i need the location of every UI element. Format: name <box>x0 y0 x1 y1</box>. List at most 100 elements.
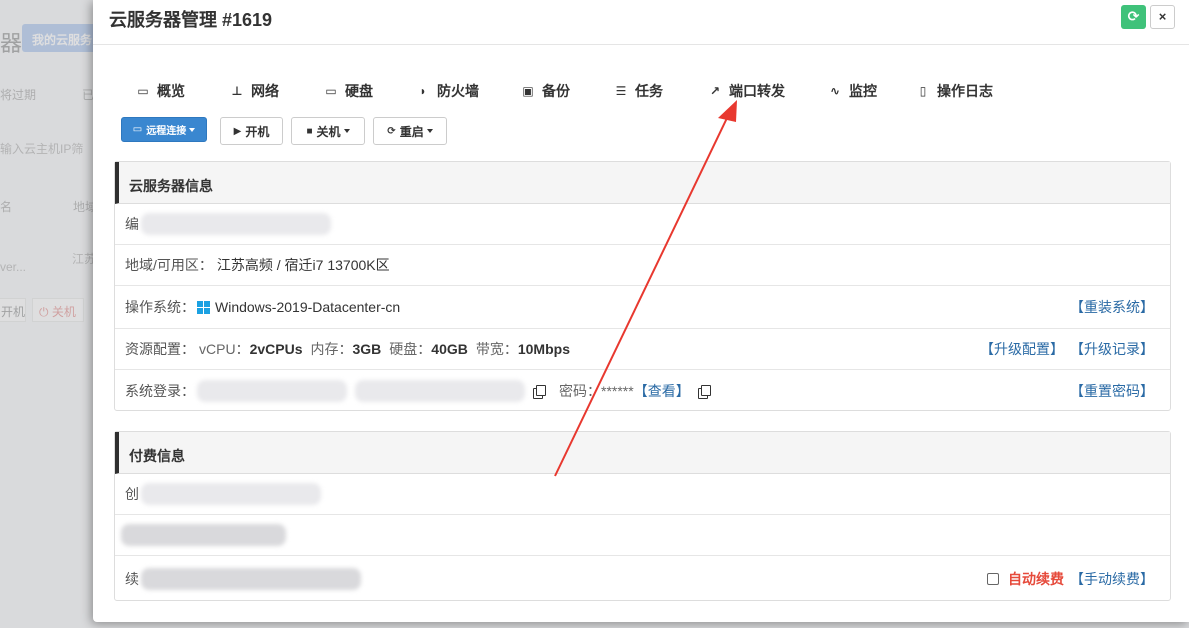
tab-bar: ▭ 概览 ⊥ 网络 ▭ 硬盘 ◗ 防火墙 ▣ 备份 ☰ 任务 ↗ 端口转发 ∿ 监控 ▯ 操作日志 <box>93 80 1189 104</box>
tab-label: 任务 <box>635 83 663 99</box>
memory-value: 3GB <box>352 341 382 357</box>
remote-connect-label: 远程连接 <box>146 126 187 137</box>
payment-info-panel: 付费信息 创 续 自动续费 【手动续费】 <box>114 431 1171 601</box>
tab-backup[interactable]: ▣ 备份 <box>521 80 570 102</box>
tab-disk[interactable]: ▭ 硬盘 <box>324 80 373 102</box>
renew-actions: 自动续费 【手动续费】 <box>987 556 1154 601</box>
tab-operation-log[interactable]: ▯ 操作日志 <box>916 80 993 102</box>
redacted-create-time <box>141 483 321 505</box>
server-id-row: 编 <box>115 204 1170 245</box>
restart-button[interactable]: ⟳ 重启 <box>373 117 447 145</box>
tab-label: 网络 <box>251 83 279 99</box>
disk-label: 硬盘： <box>389 341 432 357</box>
save-icon: ▣ <box>522 84 534 98</box>
tab-network[interactable]: ⊥ 网络 <box>230 80 279 102</box>
power-off-label: 关机 <box>316 124 341 139</box>
reinstall-os-link[interactable]: 【重装系统】 <box>1070 297 1154 317</box>
redacted-expire-time <box>121 524 286 546</box>
payment-info-title: 付费信息 <box>115 432 1170 474</box>
power-off-button[interactable]: ■ 关机 <box>291 117 365 145</box>
renew-row: 续 自动续费 【手动续费】 <box>115 556 1170 601</box>
tab-label: 概览 <box>157 83 185 99</box>
resource-actions: 【升级配置】 【升级记录】 <box>980 329 1154 369</box>
chevron-down-icon <box>343 129 350 133</box>
redacted-renew-info <box>141 567 361 590</box>
renew-label: 续 <box>125 570 139 587</box>
pulse-icon: ∿ <box>829 84 841 98</box>
redacted-login-user <box>197 379 347 402</box>
windows-icon <box>197 300 210 314</box>
external-link-icon: ↗ <box>709 84 721 98</box>
server-id-label: 编 <box>125 216 139 232</box>
vcpu-label: vCPU： <box>199 341 250 357</box>
view-password-link[interactable]: 【查看】 <box>634 381 690 401</box>
os-row: 操作系统： Windows-2019-Datacenter-cn 【重装系统】 <box>115 286 1170 329</box>
password-label: 密码： <box>559 382 601 399</box>
tab-port-forward[interactable]: ↗ 端口转发 <box>708 80 785 102</box>
expire-time-row <box>115 515 1170 556</box>
memory-label: 内存： <box>310 341 353 357</box>
tab-label: 硬盘 <box>345 83 373 99</box>
login-row: 系统登录： 密码： ****** 【查看】 【重置密码】 <box>115 370 1170 411</box>
create-time-row: 创 <box>115 474 1170 515</box>
restart-label: 重启 <box>399 124 424 139</box>
tasks-icon: ☰ <box>615 84 627 98</box>
close-button[interactable]: × <box>1150 5 1175 29</box>
power-on-button[interactable]: ▶ 开机 <box>220 117 283 145</box>
file-icon: ▯ <box>919 84 927 98</box>
redacted-login-address <box>355 379 525 402</box>
resource-label: 资源配置： <box>125 341 195 357</box>
tab-tasks[interactable]: ☰ 任务 <box>614 80 663 102</box>
region-value: 江苏高频 / 宿迁i7 13700K区 <box>216 257 390 273</box>
stop-icon: ■ <box>306 125 313 137</box>
os-value: Windows-2019-Datacenter-cn <box>215 299 401 315</box>
network-icon: ⊥ <box>231 84 243 98</box>
modal-title: 云服务器管理 #1619 <box>109 10 273 30</box>
disk-icon: ▭ <box>325 84 337 98</box>
server-info-panel: 云服务器信息 编 地域/可用区： 江苏高频 / 宿迁i7 13700K区 操作系… <box>114 161 1171 411</box>
auto-renew-checkbox[interactable] <box>987 572 999 585</box>
power-on-label: 开机 <box>245 124 270 139</box>
tab-label: 备份 <box>542 83 570 99</box>
remote-connect-button[interactable]: ▭ 远程连接 <box>121 117 207 142</box>
chevron-down-icon <box>426 129 433 133</box>
redacted-server-id <box>141 213 331 235</box>
play-icon: ▶ <box>233 125 242 137</box>
refresh-icon: ⟳ <box>387 125 396 137</box>
shield-icon: ◗ <box>419 84 427 98</box>
vcpu-value: 2vCPUs <box>249 341 303 357</box>
tab-overview[interactable]: ▭ 概览 <box>136 80 185 102</box>
copy-icon[interactable] <box>697 384 711 399</box>
tab-monitor[interactable]: ∿ 监控 <box>828 80 877 102</box>
os-actions: 【重装系统】 <box>1070 286 1154 328</box>
tab-label: 操作日志 <box>937 83 993 99</box>
server-info-title: 云服务器信息 <box>115 162 1170 204</box>
refresh-icon[interactable]: ⟳ <box>1121 5 1146 29</box>
server-manage-modal: 云服务器管理 #1619 ⟳ × ▭ 概览 ⊥ 网络 ▭ 硬盘 ◗ 防火墙 ▣ 备份 ☰ 任… <box>93 0 1189 622</box>
upgrade-history-link[interactable]: 【升级记录】 <box>1070 339 1154 359</box>
bandwidth-label: 带宽： <box>475 341 518 357</box>
login-label: 系统登录： <box>125 382 195 399</box>
upgrade-config-link[interactable]: 【升级配置】 <box>980 339 1064 359</box>
tab-label: 监控 <box>849 83 877 99</box>
chevron-down-icon <box>189 127 196 132</box>
resource-row: 资源配置： vCPU： 2vCPUs 内存： 3GB 硬盘： 40GB 带宽： … <box>115 329 1170 370</box>
monitor-icon: ▭ <box>137 84 149 98</box>
copy-icon[interactable] <box>533 384 546 399</box>
region-row: 地域/可用区： 江苏高频 / 宿迁i7 13700K区 <box>115 245 1170 286</box>
tab-label: 防火墙 <box>437 83 479 99</box>
create-time-label: 创 <box>125 486 139 502</box>
os-label: 操作系统： <box>125 299 195 315</box>
tab-firewall[interactable]: ◗ 防火墙 <box>416 80 479 102</box>
disk-value: 40GB <box>431 341 468 357</box>
reset-password-link[interactable]: 【重置密码】 <box>1070 381 1154 401</box>
bandwidth-value: 10Mbps <box>517 341 570 357</box>
modal-header: 云服务器管理 #1619 ⟳ × <box>93 0 1189 45</box>
manual-renew-link[interactable]: 【手动续费】 <box>1070 569 1154 589</box>
password-value: ****** <box>601 382 634 399</box>
auto-renew-label[interactable]: 自动续费 <box>1008 569 1064 589</box>
monitor-icon: ▭ <box>132 124 143 135</box>
region-label: 地域/可用区： <box>125 257 213 273</box>
login-actions: 【重置密码】 <box>1070 370 1154 411</box>
tab-label: 端口转发 <box>729 83 785 99</box>
